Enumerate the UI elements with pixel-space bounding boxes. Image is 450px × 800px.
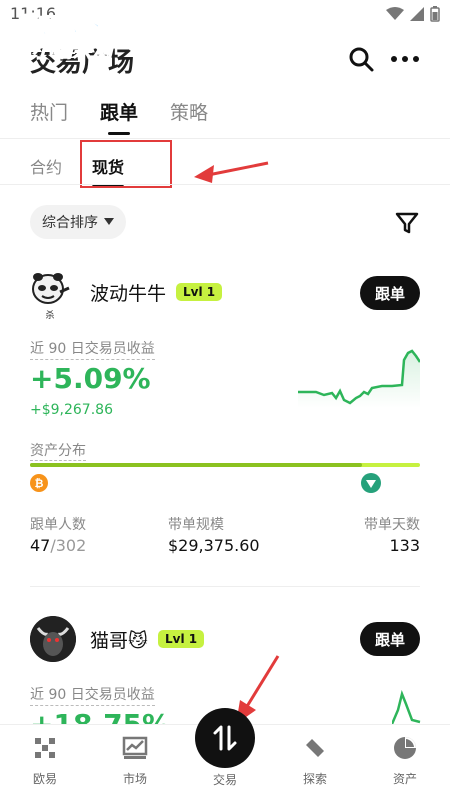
sort-dropdown[interactable]: 综合排序 xyxy=(30,205,126,239)
signal-icon xyxy=(410,7,424,21)
bull-avatar-icon xyxy=(30,616,76,662)
bitcoin-icon: ₿ xyxy=(30,474,48,492)
nav-label: 探索 xyxy=(302,772,327,786)
days-value: 133 xyxy=(389,536,420,555)
annotation-highlight-box xyxy=(80,140,172,188)
nav-item-explore[interactable]: 探索 xyxy=(280,735,350,787)
trader-card[interactable]: 杀 波动牛牛 Lvl 1 跟单 近 90 日交易员收益 +5.09% +$9,2… xyxy=(0,258,450,588)
more-button[interactable] xyxy=(388,44,422,74)
asset-distribution-label: 资产分布 xyxy=(30,440,86,461)
nav-item-market[interactable]: 市场 xyxy=(100,735,170,787)
search-button[interactable] xyxy=(346,44,376,74)
nav-label: 交易 xyxy=(212,773,237,787)
avatar xyxy=(30,616,76,662)
wifi-icon xyxy=(386,7,404,20)
nav-item-assets[interactable]: 资产 xyxy=(370,735,440,787)
earnings-amount: +$9,267.86 xyxy=(30,402,113,418)
panda-avatar-icon xyxy=(32,273,70,304)
level-badge: Lvl 1 xyxy=(176,283,223,301)
earnings-label: 近 90 日交易员收益 xyxy=(30,338,155,360)
earnings-label: 近 90 日交易员收益 xyxy=(30,684,155,706)
level-badge: Lvl 1 xyxy=(158,630,205,648)
subtab-contract[interactable]: 合约 xyxy=(30,150,62,188)
compass-icon xyxy=(306,739,324,757)
svg-text:₿: ₿ xyxy=(35,477,44,490)
nav-item-trade[interactable]: 交易 xyxy=(190,771,260,788)
avatar-caption: 杀 xyxy=(45,311,55,321)
scale-label: 带单规模 xyxy=(168,517,224,533)
scale-value: $29,375.60 xyxy=(168,536,260,555)
nav-label: 资产 xyxy=(392,772,417,786)
okx-logo-icon xyxy=(35,738,55,758)
trader-name[interactable]: 猫哥😼 xyxy=(90,626,148,653)
filter-icon xyxy=(395,212,419,234)
earnings-percent: +5.09% xyxy=(30,362,151,395)
followers-current: 47 xyxy=(30,536,51,555)
avatar: 杀 xyxy=(30,272,70,321)
main-tabs: 热门 跟单 策略 xyxy=(30,98,208,135)
swap-arrows-icon xyxy=(213,725,237,751)
tab-strategy[interactable]: 策略 xyxy=(170,98,208,135)
follow-button[interactable]: 跟单 xyxy=(360,276,420,310)
battery-icon xyxy=(430,6,440,22)
nav-label: 欧易 xyxy=(32,772,57,786)
status-icons xyxy=(386,6,440,22)
followers-value: 47/302 xyxy=(30,536,86,555)
followers-max: /302 xyxy=(50,536,87,555)
nav-item-okx[interactable]: 欧易 xyxy=(10,735,80,787)
asset-distribution-bar xyxy=(30,463,420,467)
filter-button[interactable] xyxy=(394,210,420,236)
tab-hot[interactable]: 热门 xyxy=(30,98,68,135)
subtabs-divider xyxy=(0,184,450,185)
watermark-line2: 小编亲测 xyxy=(32,38,113,63)
search-icon xyxy=(349,47,374,72)
tab-copy-trade[interactable]: 跟单 xyxy=(100,98,138,135)
trade-center-button[interactable] xyxy=(195,708,255,768)
nav-label: 市场 xyxy=(122,772,147,786)
more-dots-icon xyxy=(391,56,419,62)
trader-card[interactable]: 猫哥😼 Lvl 1 跟单 近 90 日交易员收益 +18.75% xyxy=(0,604,450,741)
tabs-divider xyxy=(0,138,450,139)
caret-down-icon xyxy=(104,218,114,225)
follow-button[interactable]: 跟单 xyxy=(360,622,420,656)
pie-chart-icon xyxy=(394,737,416,759)
annotation-arrow-icon xyxy=(194,161,269,183)
chart-icon xyxy=(122,736,148,759)
asset-bar-primary xyxy=(30,463,362,467)
earnings-sparkline xyxy=(298,349,420,408)
followers-label: 跟单人数 xyxy=(30,517,86,533)
card-divider xyxy=(30,586,420,587)
sort-label: 综合排序 xyxy=(42,215,98,231)
tether-icon xyxy=(361,473,381,493)
days-label: 带单天数 xyxy=(364,517,420,533)
trader-name[interactable]: 波动牛牛 xyxy=(90,279,166,306)
